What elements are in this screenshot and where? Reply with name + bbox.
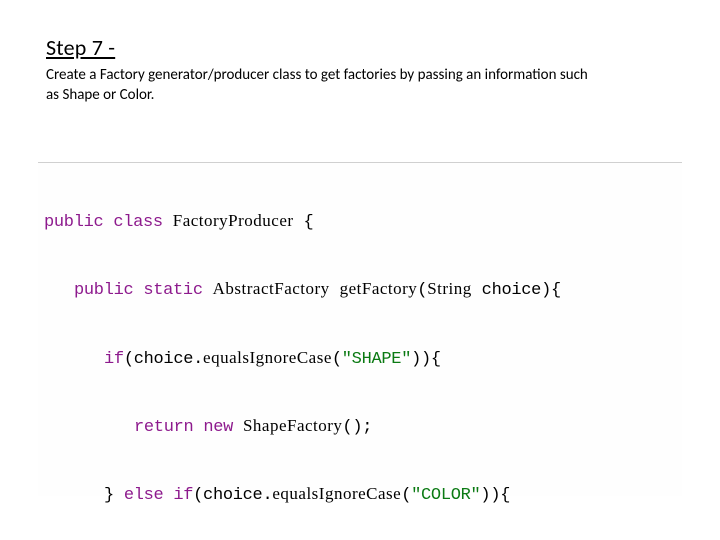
param-type: String bbox=[427, 279, 472, 298]
cond: (choice. bbox=[193, 486, 272, 505]
return-type: AbstractFactory bbox=[213, 279, 330, 298]
space bbox=[330, 281, 340, 300]
keyword-new: new bbox=[193, 418, 243, 437]
method-name: getFactory bbox=[340, 279, 418, 298]
method-call: equalsIgnoreCase bbox=[272, 484, 401, 503]
code-line: return new ShapeFactory(); bbox=[44, 409, 676, 444]
space bbox=[163, 486, 173, 505]
paren: ( bbox=[401, 486, 411, 505]
step-title: Step 7 - bbox=[46, 34, 674, 61]
method-call: equalsIgnoreCase bbox=[203, 348, 332, 367]
paren: ( bbox=[332, 350, 342, 369]
keyword-static: static bbox=[143, 281, 202, 300]
paren: )){ bbox=[480, 486, 510, 505]
paren: ( bbox=[417, 281, 427, 300]
space bbox=[133, 281, 143, 300]
step-description: Create a Factory generator/producer clas… bbox=[46, 65, 596, 106]
code-line: public class FactoryProducer { bbox=[44, 204, 676, 239]
keyword-public: public bbox=[44, 213, 103, 232]
tail: (); bbox=[342, 418, 372, 437]
code-line: if(choice.equalsIgnoreCase("SHAPE")){ bbox=[44, 341, 676, 376]
keyword-return: return bbox=[134, 418, 193, 437]
brace: } bbox=[104, 486, 124, 505]
keyword-public: public bbox=[74, 281, 133, 300]
keyword-else: else bbox=[124, 486, 164, 505]
space bbox=[203, 281, 213, 300]
brace: { bbox=[294, 213, 314, 232]
code-line: public static AbstractFactory getFactory… bbox=[44, 272, 676, 307]
paren: ){ bbox=[541, 281, 561, 300]
keyword-class: class bbox=[113, 213, 163, 232]
cond: (choice. bbox=[124, 350, 203, 369]
space bbox=[103, 213, 113, 232]
code-block: public class FactoryProducer { public st… bbox=[38, 162, 682, 496]
class-ref: ShapeFactory bbox=[243, 416, 342, 435]
param-name: choice bbox=[472, 281, 541, 300]
keyword-if: if bbox=[173, 486, 193, 505]
string-literal: "SHAPE" bbox=[342, 350, 411, 369]
class-name: FactoryProducer bbox=[173, 211, 294, 230]
space bbox=[163, 213, 173, 232]
slide: Step 7 - Create a Factory generator/prod… bbox=[0, 0, 720, 540]
code-line: } else if(choice.equalsIgnoreCase("COLOR… bbox=[44, 477, 676, 512]
paren: )){ bbox=[411, 350, 441, 369]
keyword-if: if bbox=[104, 350, 124, 369]
string-literal: "COLOR" bbox=[411, 486, 480, 505]
